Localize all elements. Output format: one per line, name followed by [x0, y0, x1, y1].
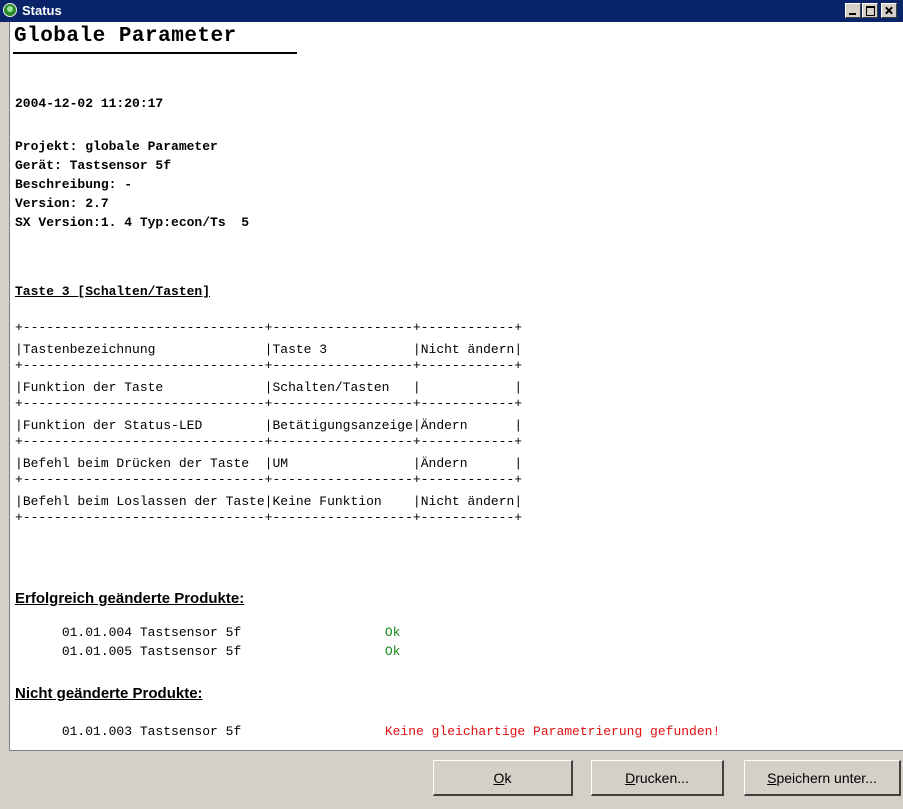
print-button[interactable]: Drucken...: [591, 760, 724, 796]
table-row: |Befehl beim Loslassen der Taste|Keine F…: [15, 494, 523, 509]
table-cell: Tastenbezeichnung: [22, 342, 265, 357]
table-cell: UM: [272, 456, 413, 471]
table-cell: Keine Funktion: [272, 494, 413, 509]
table-border: +-------------------------------+-------…: [15, 510, 523, 525]
close-icon[interactable]: [881, 3, 897, 18]
title-underline: [13, 52, 297, 54]
table-border: +-------------------------------+-------…: [15, 320, 523, 335]
maximize-icon[interactable]: [862, 3, 878, 18]
table-row: |Funktion der Status-LED |Betätigungsanz…: [15, 418, 523, 433]
table-cell: Befehl beim Loslassen der Taste: [22, 494, 265, 509]
table-border: +-------------------------------+-------…: [15, 358, 523, 373]
table-cell: Funktion der Status-LED: [22, 418, 265, 433]
product-status: Ok: [384, 644, 401, 659]
report-timestamp: 2004-12-02 11:20:17: [15, 96, 164, 111]
info-description: Beschreibung: -: [15, 177, 133, 192]
parameter-table: +-------------------------------+-------…: [15, 320, 522, 526]
table-cell: Funktion der Taste: [22, 380, 265, 395]
table-cell: Nicht ändern: [420, 342, 515, 357]
ok-mnemonic: O: [493, 769, 505, 786]
save-label: peichern unter...: [776, 769, 877, 786]
table-border: +-------------------------------+-------…: [15, 472, 523, 487]
list-item: 01.01.005 Tastsensor 5f Ok: [15, 628, 401, 676]
unchanged-heading: Nicht geänderte Produkte:: [15, 685, 203, 702]
table-row: |Befehl beim Drücken der Taste |UM |Ände…: [15, 456, 523, 471]
table-row: |Tastenbezeichnung |Taste 3 |Nicht änder…: [15, 342, 523, 357]
table-cell: Taste 3: [272, 342, 413, 357]
list-item: 01.01.003 Tastsensor 5f Keine gleichartig…: [15, 708, 720, 750]
status-window: Status Globale Parameter 2004-12-02 11:2…: [0, 0, 903, 809]
ok-label: k: [504, 769, 512, 786]
table-cell: Ändern: [420, 418, 515, 433]
table-cell: Schalten/Tasten: [272, 380, 413, 395]
print-mnemonic: D: [625, 769, 636, 786]
info-version: Version: 2.7: [15, 196, 109, 211]
report-view[interactable]: Globale Parameter 2004-12-02 11:20:17 Pr…: [9, 22, 903, 750]
ok-button[interactable]: Ok: [433, 760, 573, 796]
info-sx-version: SX Version:1. 4 Typ:econ/Ts 5: [15, 215, 250, 230]
changed-heading: Erfolgreich geänderte Produkte:: [15, 590, 245, 607]
table-border: +-------------------------------+-------…: [15, 434, 523, 449]
button-bar: Ok Drucken... Speichern unter...: [9, 750, 903, 809]
report-title: Globale Parameter: [14, 25, 237, 48]
save-as-button[interactable]: Speichern unter...: [744, 760, 901, 796]
info-project: Projekt: globale Parameter: [15, 139, 218, 154]
table-cell: Betätigungsanzeige: [272, 418, 413, 433]
window-title: Status: [22, 3, 62, 18]
minimize-icon[interactable]: [845, 3, 861, 18]
table-row: |Funktion der Taste |Schalten/Tasten | |: [15, 380, 523, 395]
title-bar[interactable]: Status: [0, 0, 903, 22]
table-cell: Befehl beim Drücken der Taste: [22, 456, 265, 471]
product-name: 01.01.005 Tastsensor 5f: [61, 644, 242, 659]
print-label: rucken...: [635, 769, 689, 786]
table-cell: Ändern: [420, 456, 515, 471]
table-cell: Nicht ändern: [420, 494, 515, 509]
product-name: 01.01.003 Tastsensor 5f: [61, 724, 242, 739]
table-border: +-------------------------------+-------…: [15, 396, 523, 411]
product-status: Keine gleichartige Parametrierung gefund…: [384, 724, 721, 739]
table-cell: [421, 380, 515, 395]
status-app-icon: [3, 3, 17, 17]
section-title: Taste 3 [Schalten/Tasten]: [15, 284, 211, 299]
save-mnemonic: S: [767, 769, 777, 786]
info-device: Gerät: Tastsensor 5f: [15, 158, 172, 173]
